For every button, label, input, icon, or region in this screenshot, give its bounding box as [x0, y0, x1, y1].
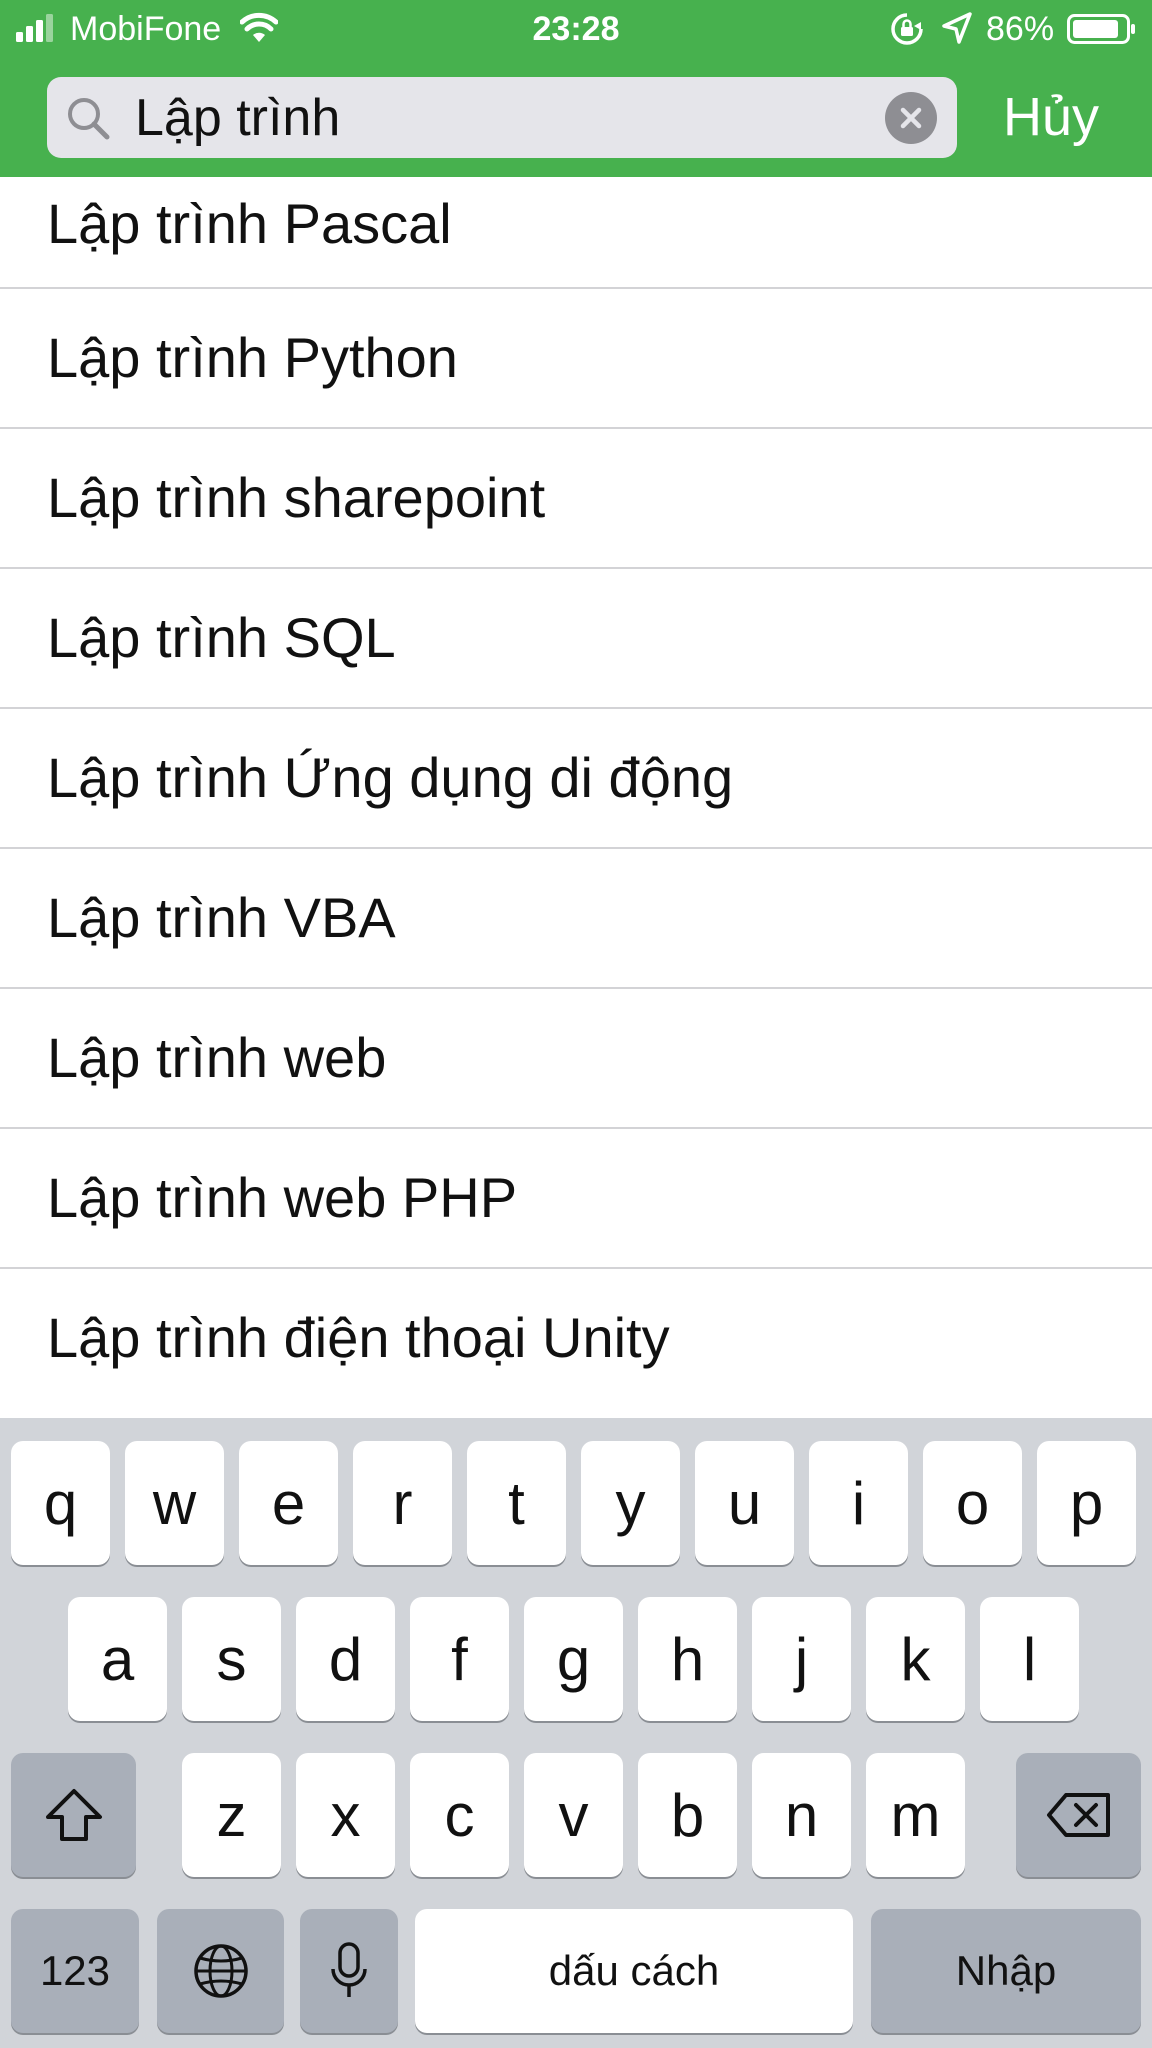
list-item[interactable]: Lập trình web PHP [0, 1129, 1152, 1269]
battery-icon [1067, 14, 1135, 44]
key-j[interactable]: j [752, 1597, 851, 1721]
list-item[interactable]: Lập trình sharepoint [0, 429, 1152, 569]
clear-search-button[interactable] [885, 92, 937, 144]
key-d[interactable]: d [296, 1597, 395, 1721]
dictation-key[interactable] [300, 1909, 398, 2033]
search-input[interactable]: Lập trình [47, 77, 957, 158]
key-n[interactable]: n [752, 1753, 851, 1877]
key-k[interactable]: k [866, 1597, 965, 1721]
suggestion-label: Lập trình SQL [47, 606, 396, 669]
cancel-button[interactable]: Hủy [1003, 86, 1099, 148]
key-t[interactable]: t [467, 1441, 566, 1565]
key-h[interactable]: h [638, 1597, 737, 1721]
close-icon [900, 107, 922, 129]
list-item[interactable]: Lập trình SQL [0, 569, 1152, 709]
search-icon [68, 98, 110, 140]
key-r[interactable]: r [353, 1441, 452, 1565]
numbers-key[interactable]: 123 [11, 1909, 139, 2033]
status-time: 23:28 [532, 10, 620, 48]
rotation-lock-icon [891, 13, 923, 45]
key-u[interactable]: u [695, 1441, 794, 1565]
key-y[interactable]: y [581, 1441, 680, 1565]
location-arrow-icon [942, 12, 972, 44]
top-bar: MobiFone 23:28 86% Lập trình Hủy [0, 0, 1152, 177]
keyboard: q w e r t y u i o p a s d f g h j k l z … [0, 1418, 1152, 2048]
key-x[interactable]: x [296, 1753, 395, 1877]
microphone-icon [331, 1942, 367, 1997]
list-item[interactable]: Lập trình Ứng dụng di động [0, 709, 1152, 849]
suggestion-label: Lập trình Python [47, 326, 458, 389]
suggestion-label: Lập trình Ứng dụng di động [47, 746, 734, 809]
search-query: Lập trình [135, 89, 341, 147]
globe-key[interactable] [157, 1909, 284, 2033]
key-p[interactable]: p [1037, 1441, 1136, 1565]
key-i[interactable]: i [809, 1441, 908, 1565]
key-f[interactable]: f [410, 1597, 509, 1721]
key-g[interactable]: g [524, 1597, 623, 1721]
key-l[interactable]: l [980, 1597, 1079, 1721]
suggestion-label: Lập trình VBA [47, 886, 396, 949]
status-bar: MobiFone 23:28 86% [0, 0, 1152, 58]
suggestion-label: Lập trình điện thoại Unity [47, 1306, 670, 1369]
globe-icon [193, 1944, 248, 1998]
key-c[interactable]: c [410, 1753, 509, 1877]
battery-percentage: 86% [986, 10, 1055, 48]
key-a[interactable]: a [68, 1597, 167, 1721]
key-o[interactable]: o [923, 1441, 1022, 1565]
list-item[interactable]: Lập trình web [0, 989, 1152, 1129]
key-z[interactable]: z [182, 1753, 281, 1877]
suggestion-label: Lập trình Pascal [47, 192, 452, 255]
list-item[interactable]: Lập trình Pascal [0, 177, 1152, 289]
key-v[interactable]: v [524, 1753, 623, 1877]
suggestion-list: Lập trình Pascal Lập trình Python Lập tr… [0, 177, 1152, 1409]
key-q[interactable]: q [11, 1441, 110, 1565]
shift-icon [45, 1789, 102, 1841]
key-m[interactable]: m [866, 1753, 965, 1877]
key-w[interactable]: w [125, 1441, 224, 1565]
return-key[interactable]: Nhập [871, 1909, 1141, 2033]
list-item[interactable]: Lập trình VBA [0, 849, 1152, 989]
backspace-icon [1046, 1793, 1110, 1837]
list-item[interactable]: Lập trình điện thoại Unity [0, 1269, 1152, 1409]
list-item[interactable]: Lập trình Python [0, 289, 1152, 429]
key-s[interactable]: s [182, 1597, 281, 1721]
space-key[interactable]: dấu cách [415, 1909, 853, 2033]
suggestion-label: Lập trình web [47, 1026, 387, 1089]
shift-key[interactable] [11, 1753, 136, 1877]
key-b[interactable]: b [638, 1753, 737, 1877]
backspace-key[interactable] [1016, 1753, 1141, 1877]
suggestion-label: Lập trình web PHP [47, 1166, 518, 1229]
key-e[interactable]: e [239, 1441, 338, 1565]
suggestion-label: Lập trình sharepoint [47, 466, 546, 529]
